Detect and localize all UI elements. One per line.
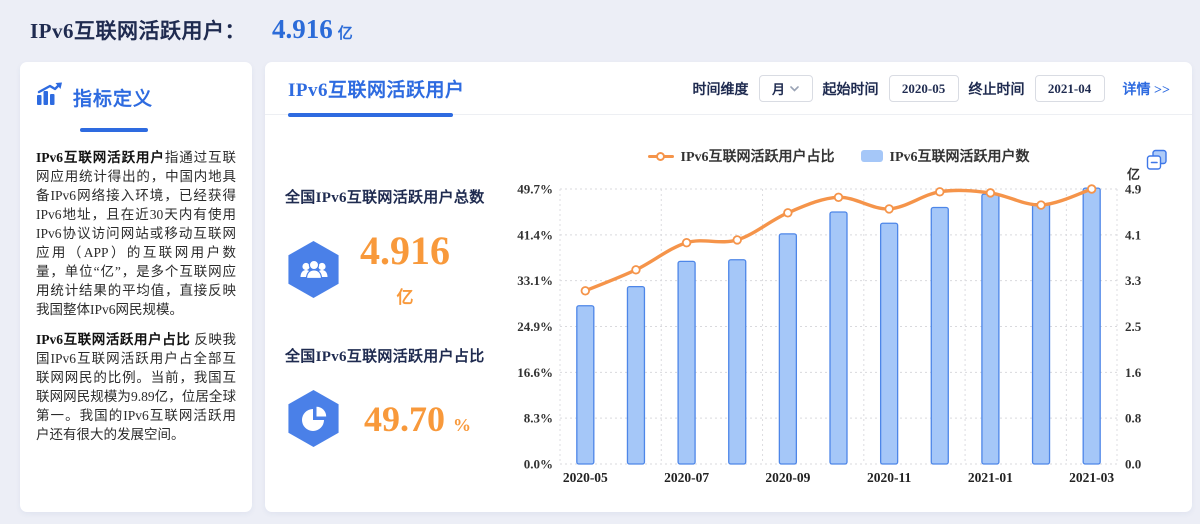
legend-item-count[interactable]: IPv6互联网活跃用户数 — [861, 146, 1030, 166]
left-axis-tick: 16.6% — [517, 365, 553, 380]
line-series-marker-icon — [648, 150, 674, 162]
chart-panel: IPv6互联网活跃用户 时间维度 月 起始时间 2020-05 终止时间 202… — [265, 62, 1192, 512]
bar-2021-02[interactable] — [1033, 204, 1050, 464]
paragraph-lead: IPv6互联网活跃用户占比 — [36, 332, 190, 347]
stat-ratio: 全国IPv6互联网活跃用户占比 49.70% — [285, 345, 520, 447]
select-value: 月 — [772, 79, 785, 98]
header-value: 4.916 — [272, 14, 333, 45]
stat-value: 49.70 — [364, 399, 445, 439]
sidebar-title: 指标定义 — [73, 84, 153, 111]
bar-2020-07[interactable] — [678, 261, 695, 464]
header-unit: 亿 — [338, 22, 353, 43]
legend-label: IPv6互联网活跃用户数 — [890, 146, 1030, 166]
chevron-down-icon — [790, 86, 799, 92]
time-dimension-select[interactable]: 月 — [759, 75, 813, 102]
bar-2020-05[interactable] — [577, 306, 594, 464]
right-axis-tick: 2.5 — [1125, 319, 1142, 334]
line-point-2021-02[interactable] — [1037, 201, 1045, 209]
left-axis-tick: 24.9% — [517, 319, 553, 334]
bar-2021-03[interactable] — [1083, 188, 1100, 464]
bar-2020-10[interactable] — [830, 212, 847, 464]
stat-title: 全国IPv6互联网活跃用户占比 — [285, 345, 520, 366]
right-axis-unit: 亿 — [1127, 167, 1140, 182]
paragraph-body: 反映我国IPv6互联网活跃用户占全部互联网网民的比例。当前，我国互联网网民规模为… — [36, 332, 236, 442]
chart-legend: IPv6互联网活跃用户占比 IPv6互联网活跃用户数 — [560, 146, 1117, 166]
line-point-2020-05[interactable] — [582, 287, 590, 295]
paragraph-lead: IPv6互联网活跃用户 — [36, 150, 165, 165]
line-point-2021-03[interactable] — [1088, 185, 1096, 193]
right-axis-tick: 0.0 — [1125, 457, 1141, 472]
start-time-label: 起始时间 — [823, 79, 879, 99]
tab-active-underline — [288, 113, 453, 117]
end-time-label: 终止时间 — [969, 79, 1025, 99]
legend-item-ratio[interactable]: IPv6互联网活跃用户占比 — [648, 146, 835, 166]
time-controls: 时间维度 月 起始时间 2020-05 终止时间 2021-04 详情 >> — [693, 62, 1170, 115]
bar-chart-trend-icon — [36, 82, 63, 112]
bar-2020-06[interactable] — [627, 287, 644, 464]
x-axis-tick: 2020-11 — [867, 470, 912, 485]
start-time-input[interactable]: 2020-05 — [889, 75, 959, 102]
definition-paragraph: IPv6互联网活跃用户占比 反映我国IPv6互联网活跃用户占全部互联网网民的比例… — [36, 330, 236, 444]
line-point-2020-08[interactable] — [733, 236, 741, 244]
right-axis-tick: 4.1 — [1125, 227, 1141, 242]
right-axis-tick: 3.3 — [1125, 273, 1142, 288]
right-axis-tick: 0.8 — [1125, 411, 1142, 426]
page: IPv6互联网活跃用户： 4.916 亿 指标定义 IPv6互联网活跃用户指通过… — [0, 0, 1200, 524]
stat-title: 全国IPv6互联网活跃用户总数 — [285, 186, 520, 207]
legend-label: IPv6互联网活跃用户占比 — [681, 146, 835, 166]
definition-paragraph: IPv6互联网活跃用户指通过互联网应用统计得出的，中国内地具备IPv6网络接入环… — [36, 148, 236, 319]
users-icon — [285, 241, 342, 298]
dimension-label: 时间维度 — [693, 79, 749, 99]
title-divider — [80, 128, 148, 132]
page-title: IPv6互联网活跃用户： — [30, 15, 246, 45]
tab-label: IPv6互联网活跃用户 — [288, 75, 465, 102]
line-point-2020-09[interactable] — [784, 209, 792, 217]
page-header: IPv6互联网活跃用户： 4.916 亿 — [30, 14, 353, 45]
bar-2021-01[interactable] — [982, 194, 999, 464]
bar-2020-08[interactable] — [729, 260, 746, 464]
stat-unit: 亿 — [360, 283, 450, 308]
tab-ipv6-active-users[interactable]: IPv6互联网活跃用户 — [288, 62, 465, 115]
stat-unit: % — [453, 415, 471, 435]
stat-total-users: 全国IPv6互联网活跃用户总数 4.916 亿 — [285, 186, 520, 308]
chart-svg: 49.7% 4.9 41.4% 4.1 33.1% 3.3 24.9% 2.5 16.6% 1.6… — [515, 167, 1175, 502]
bar-2020-12[interactable] — [931, 208, 948, 464]
end-time-input[interactable]: 2021-04 — [1035, 75, 1105, 102]
x-axis-tick: 2020-09 — [765, 470, 810, 485]
definition-text: IPv6互联网活跃用户指通过互联网应用统计得出的，中国内地具备IPv6网络接入环… — [36, 148, 236, 444]
line-point-2020-11[interactable] — [885, 205, 893, 213]
definition-card: 指标定义 IPv6互联网活跃用户指通过互联网应用统计得出的，中国内地具备IPv6… — [20, 62, 252, 512]
x-axis-tick: 2020-07 — [664, 470, 709, 485]
line-point-2020-10[interactable] — [835, 193, 843, 201]
left-axis-tick: 49.7% — [517, 182, 553, 197]
bar-series-swatch-icon — [861, 150, 883, 162]
left-axis-tick: 0.0% — [524, 457, 553, 472]
paragraph-body: 指通过互联网应用统计得出的，中国内地具备IPv6网络接入环境，已经获得IPv6地… — [36, 150, 236, 317]
line-point-2020-12[interactable] — [936, 188, 944, 196]
stat-value: 4.916 — [360, 228, 450, 273]
x-axis-tick: 2021-01 — [968, 470, 1013, 485]
panel-header: IPv6互联网活跃用户 时间维度 月 起始时间 2020-05 终止时间 202… — [265, 62, 1192, 115]
right-axis-tick: 1.6 — [1125, 365, 1142, 380]
line-point-2020-06[interactable] — [632, 266, 640, 274]
x-axis-tick: 2020-05 — [563, 470, 608, 485]
line-point-2020-07[interactable] — [683, 239, 691, 247]
right-axis-tick: 4.9 — [1125, 182, 1142, 197]
line-point-2021-01[interactable] — [987, 189, 995, 197]
left-axis-tick: 8.3% — [524, 411, 553, 426]
left-axis-tick: 41.4% — [517, 227, 553, 242]
x-axis-tick: 2021-03 — [1069, 470, 1114, 485]
bar-2020-09[interactable] — [779, 234, 796, 464]
bar-2020-11[interactable] — [881, 223, 898, 464]
pie-chart-icon — [285, 390, 342, 447]
detail-link[interactable]: 详情 >> — [1123, 79, 1170, 99]
left-axis-tick: 33.1% — [517, 273, 553, 288]
